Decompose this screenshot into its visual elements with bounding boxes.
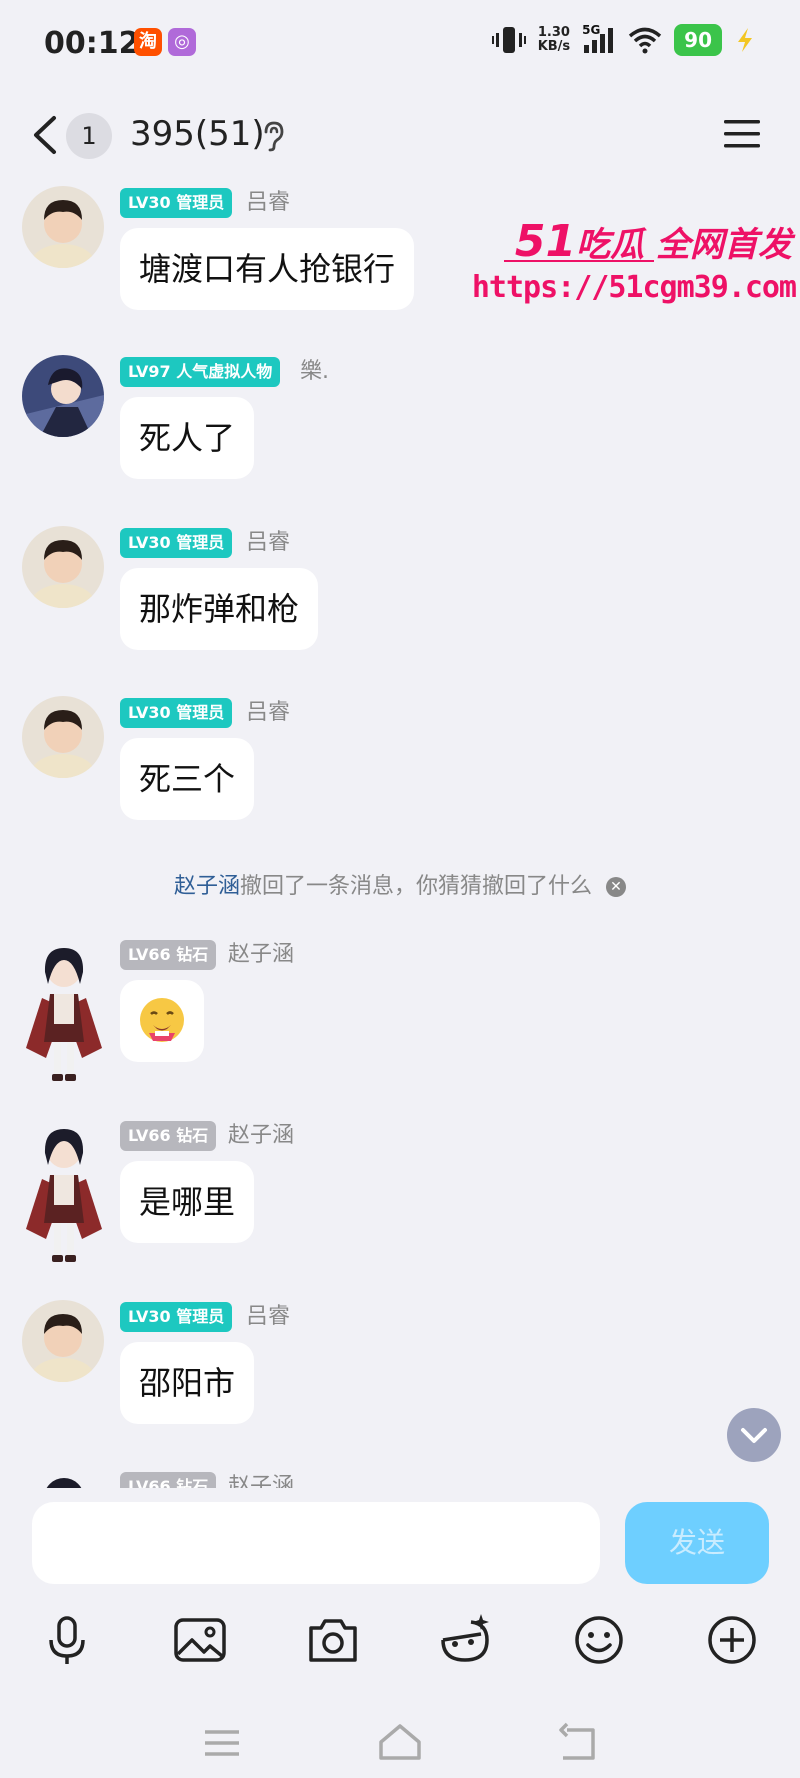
avatar[interactable]: [22, 526, 104, 608]
message-input[interactable]: [32, 1502, 600, 1584]
watermark-brand: 51吃瓜 全网首发: [515, 216, 792, 267]
sender-name: 赵子涵: [228, 1123, 295, 1148]
watermark: 51吃瓜 全网首发 https://51cgm39.com: [472, 216, 800, 316]
back-icon[interactable]: [26, 112, 66, 158]
message-bubble[interactable]: 那炸弹和枪: [120, 568, 319, 650]
sender-name: 赵子涵: [228, 942, 295, 967]
level-badge: LV66 钻石: [120, 940, 217, 970]
chevron-down-icon: [741, 1428, 767, 1443]
level-badge: LV66 钻石: [120, 1121, 217, 1151]
taobao-icon: 淘: [134, 28, 162, 56]
level-badge: LV30 管理员: [120, 698, 233, 728]
net-speed-unit: KB/s: [537, 39, 571, 54]
sender-name: 吕睿: [246, 190, 291, 215]
watermark-url: https://51cgm39.com: [471, 270, 797, 305]
level-badge: LV30 管理员: [120, 188, 233, 218]
recents-icon[interactable]: [197, 1718, 247, 1768]
level-badge: LV30 管理员: [120, 528, 233, 558]
unread-count-badge[interactable]: 1: [66, 113, 112, 159]
wifi-icon: [629, 27, 662, 54]
recall-notice: 赵子涵撤回了一条消息，你猜猜撤回了什么 ✕: [0, 868, 800, 900]
level-badge: LV66 钻石: [120, 1472, 217, 1488]
sender-name: 吕睿: [246, 1304, 291, 1329]
chat-message: LV66 钻石 赵子涵: [0, 1472, 800, 1488]
camera-icon[interactable]: [303, 1610, 363, 1670]
image-icon[interactable]: [170, 1610, 230, 1670]
sender-name: 赵子涵: [228, 1474, 295, 1488]
menu-icon[interactable]: [722, 116, 762, 152]
signal-icon: 5G: [582, 23, 616, 55]
message-bubble[interactable]: 死三个: [120, 738, 255, 820]
sender-name: 吕睿: [246, 530, 291, 555]
status-bar: 00:12 淘 ◎ 1.30 KB/s 5G 90: [0, 0, 800, 90]
avatar[interactable]: [22, 696, 104, 778]
vibrate-icon: [491, 27, 526, 53]
status-time: 00:12: [44, 26, 140, 61]
watermark-brand-text: 吃瓜 全网首发: [576, 225, 792, 265]
message-bubble[interactable]: 是哪里: [120, 1161, 255, 1243]
charging-icon: [738, 28, 752, 52]
microphone-icon[interactable]: [37, 1610, 97, 1670]
recall-text: 撤回了一条消息，你猜猜撤回了什么: [240, 874, 593, 899]
avatar[interactable]: [24, 938, 104, 1088]
level-badge: LV30 管理员: [120, 1302, 233, 1332]
home-icon[interactable]: [375, 1718, 425, 1768]
chat-title[interactable]: 395(51): [130, 114, 265, 154]
chat-header: 1 395(51): [0, 90, 800, 180]
watermark-brand-number: 51: [514, 216, 577, 267]
message-bubble[interactable]: 塘渡口有人抢银行: [120, 228, 415, 310]
app-icon-purple: ◎: [168, 28, 196, 56]
composer: 发送: [0, 1488, 800, 1778]
sticker-icon[interactable]: [435, 1610, 495, 1670]
recall-user[interactable]: 赵子涵: [174, 874, 240, 899]
level-badge: LV97 人气虚拟人物: [120, 357, 281, 387]
message-bubble[interactable]: [120, 980, 204, 1062]
avatar[interactable]: [22, 355, 104, 437]
plus-icon[interactable]: [702, 1610, 762, 1670]
status-indicators: 1.30 KB/s 5G 90: [491, 23, 756, 56]
sender-name: 吕睿: [246, 700, 291, 725]
message-bubble[interactable]: 死人了: [120, 397, 255, 479]
message-bubble[interactable]: 邵阳市: [120, 1342, 255, 1424]
scroll-to-bottom-button[interactable]: [727, 1408, 781, 1462]
avatar[interactable]: [22, 186, 104, 268]
send-button[interactable]: 发送: [625, 1502, 769, 1584]
sender-name: 樂.: [300, 359, 329, 384]
battery-level: 90: [674, 24, 722, 56]
drooling-emoji: [140, 998, 184, 1042]
avatar[interactable]: [44, 1478, 84, 1488]
avatar[interactable]: [22, 1300, 104, 1382]
net-speed: 1.30 KB/s: [538, 26, 570, 54]
net-speed-value: 1.30: [537, 25, 570, 40]
emoji-icon[interactable]: [569, 1610, 629, 1670]
close-icon[interactable]: ✕: [606, 877, 627, 897]
composer-toolbar: [0, 1610, 800, 1676]
avatar[interactable]: [24, 1119, 104, 1269]
system-nav-bar: [0, 1718, 800, 1778]
back-nav-icon[interactable]: [553, 1718, 603, 1768]
ear-icon[interactable]: [258, 120, 288, 152]
